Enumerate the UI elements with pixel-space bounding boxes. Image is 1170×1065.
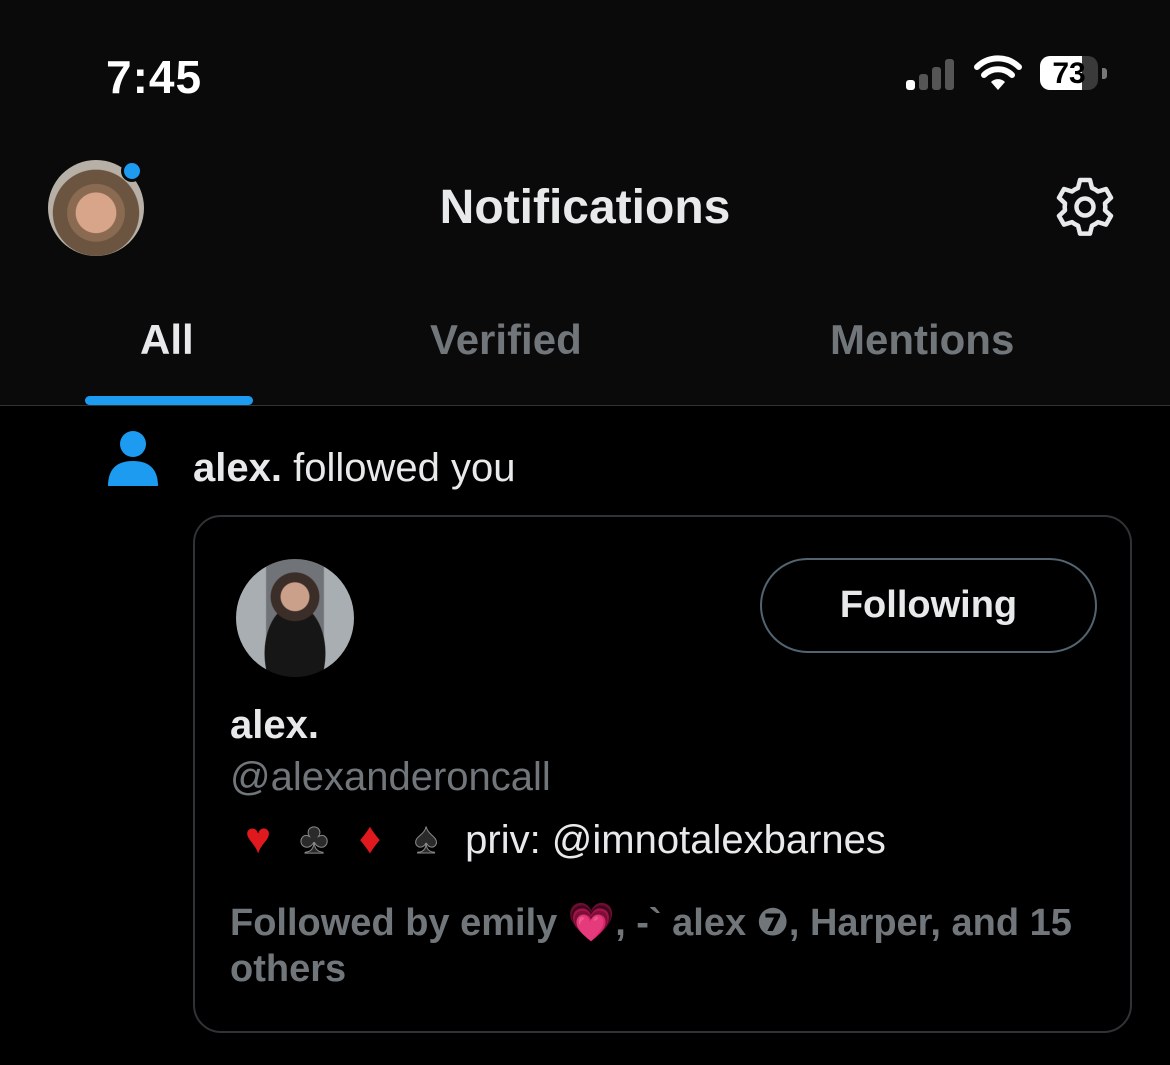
tab-verified[interactable]: Verified bbox=[430, 316, 582, 364]
user-bio: ♥ ♣ ♦ ♠ priv: @imnotalexbarnes bbox=[230, 814, 886, 864]
diamond-suit-icon: ♦ bbox=[358, 814, 382, 863]
pink-heart-icon: 💗 bbox=[567, 902, 616, 944]
battery-icon: 73 bbox=[1040, 56, 1108, 92]
active-tab-indicator bbox=[85, 396, 253, 405]
page-title: Notifications bbox=[439, 181, 731, 234]
tab-mentions[interactable]: Mentions bbox=[830, 316, 1014, 364]
user-display-name[interactable]: alex. bbox=[230, 703, 319, 748]
followed-by-prefix: Followed by emily bbox=[230, 902, 558, 944]
notification-text[interactable]: alex. followed you bbox=[193, 446, 515, 491]
following-button[interactable]: Following bbox=[760, 558, 1097, 653]
heart-suit-icon: ♥ bbox=[244, 814, 272, 863]
tab-all[interactable]: All bbox=[140, 316, 194, 364]
notification-action: followed you bbox=[293, 446, 516, 490]
cellular-signal-icon bbox=[906, 58, 960, 90]
status-time: 7:45 bbox=[106, 51, 203, 103]
gear-icon[interactable] bbox=[1052, 174, 1118, 240]
user-handle[interactable]: @alexanderoncall bbox=[230, 755, 551, 800]
spade-suit-icon: ♠ bbox=[414, 814, 438, 864]
person-icon bbox=[108, 431, 158, 486]
user-avatar[interactable] bbox=[236, 559, 354, 677]
battery-percent: 73 bbox=[1052, 57, 1086, 90]
club-suit-icon: ♣ bbox=[299, 814, 329, 864]
followed-by-text: Followed by emily 💗, -` alex ❼, Harper, … bbox=[230, 900, 1090, 992]
bio-text: priv: @imnotalexbarnes bbox=[465, 818, 886, 862]
wifi-icon bbox=[974, 55, 1022, 90]
header-divider bbox=[0, 405, 1170, 406]
unread-indicator-dot bbox=[121, 160, 143, 182]
notification-actor[interactable]: alex. bbox=[193, 446, 282, 490]
